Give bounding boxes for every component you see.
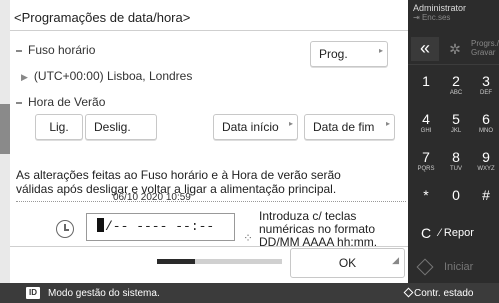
- back-button[interactable]: «: [411, 37, 439, 61]
- dst-row: Hora de Verão: [16, 95, 105, 109]
- key-letters: ABC: [449, 90, 463, 96]
- left-edge-tab[interactable]: [0, 104, 10, 154]
- key-7[interactable]: 8 TUV: [441, 144, 471, 174]
- start-label: Iniciar: [444, 261, 474, 273]
- key-9[interactable]: *: [411, 182, 441, 212]
- key-letters: WXYZ: [477, 166, 495, 172]
- info-line-1: As alterações feitas ao Fuso horário e à…: [16, 168, 341, 182]
- input-hint: Introduza c/ teclas numéricas no formato…: [259, 210, 377, 249]
- key-letters: MNO: [479, 128, 493, 134]
- status-monitor-button[interactable]: Contr. estado: [414, 288, 473, 299]
- key-6[interactable]: 7 PQRS: [411, 144, 441, 174]
- corner-arrow-icon: ◢: [392, 255, 399, 265]
- ok-label: OK: [338, 256, 357, 270]
- key-number: 1: [422, 73, 430, 89]
- key-number: 7: [422, 149, 430, 165]
- dst-off-label: Deslig.: [94, 120, 131, 134]
- status-monitor-icon: [403, 287, 414, 298]
- key-number: 9: [482, 149, 490, 165]
- screen: <Programações de data/hora> Fuso horário…: [0, 0, 499, 303]
- start-button[interactable]: Iniciar: [411, 252, 497, 282]
- dotted-divider: [16, 201, 406, 202]
- pad-divider: [408, 64, 499, 65]
- key-number: 6: [482, 111, 490, 127]
- clear-label: C: [420, 225, 432, 241]
- key-11[interactable]: #: [471, 182, 499, 212]
- key-number: 0: [452, 187, 460, 203]
- clock-icon: [56, 220, 74, 238]
- progs-label-2: Gravar: [471, 48, 496, 57]
- timezone-row: Fuso horário: [16, 43, 95, 57]
- keypad-panel: Administrator ⇥ Enc.ses « ✲ Progrs./ Gra…: [408, 0, 499, 283]
- keypad-hint-icon: ⁘: [243, 231, 254, 245]
- datetime-input[interactable]: /-- ---- --:--: [86, 213, 235, 241]
- progress-bar: [157, 259, 282, 264]
- info-text: As alterações feitas ao Fuso horário e à…: [16, 168, 406, 196]
- current-datetime: 06/10 2020 10:59: [113, 192, 191, 203]
- key-2[interactable]: 3 DEF: [471, 68, 499, 98]
- dst-off-button[interactable]: Deslig.: [85, 114, 157, 140]
- bullet-icon: [16, 49, 22, 52]
- dst-on-label: Lig.: [49, 120, 69, 134]
- dst-label: Hora de Verão: [28, 95, 106, 109]
- progress-fill: [157, 259, 195, 264]
- gear-icon[interactable]: ✲: [441, 37, 469, 61]
- bottom-divider: [10, 246, 408, 247]
- key-number: 2: [452, 73, 460, 89]
- page-title: <Programações de data/hora>: [14, 10, 191, 25]
- key-letters: PQRS: [417, 166, 435, 172]
- key-5[interactable]: 6 MNO: [471, 106, 499, 136]
- ok-button[interactable]: OK ◢: [290, 248, 405, 278]
- triangle-icon: ▶: [21, 72, 28, 82]
- info-line-2: válidas após desligar e voltar a ligar a…: [16, 182, 337, 196]
- prog-button-label: Prog.: [319, 47, 348, 61]
- key-0[interactable]: 1: [411, 68, 441, 98]
- admin-sub[interactable]: ⇥ Enc.ses: [413, 13, 466, 23]
- progs-label-1: Progrs./: [471, 39, 499, 48]
- title-divider: [10, 30, 408, 31]
- key-number: *: [423, 187, 429, 203]
- dst-end-date-button[interactable]: Data de fim ▸: [304, 114, 395, 140]
- start-date-label: Data início: [222, 120, 279, 134]
- dst-on-button[interactable]: Lig.: [35, 114, 83, 140]
- reset-label: ⁄ Repor: [439, 227, 474, 239]
- datetime-input-value: /-- ---- --:--: [105, 219, 215, 234]
- key-3[interactable]: 4 GHI: [411, 106, 441, 136]
- id-badge-icon: ID: [26, 287, 40, 299]
- key-letters: GHI: [420, 128, 432, 134]
- timezone-value: (UTC+00:00) Lisboa, Londres: [33, 69, 193, 83]
- key-number: 3: [482, 73, 490, 89]
- clear-button[interactable]: C: [411, 218, 441, 248]
- key-number: 5: [452, 111, 460, 127]
- key-4[interactable]: 5 JKL: [441, 106, 471, 136]
- key-number: 8: [452, 149, 460, 165]
- key-letters: TUV: [450, 166, 462, 172]
- status-bar: ID Modo gestão do sistema. Contr. estado: [0, 283, 499, 303]
- timezone-value-row: ▶ (UTC+00:00) Lisboa, Londres: [21, 69, 192, 83]
- start-icon: [416, 258, 434, 276]
- corner-arrow-icon: ▸: [288, 119, 293, 128]
- main-panel: <Programações de data/hora> Fuso horário…: [10, 0, 408, 283]
- key-letters: JKL: [450, 128, 462, 134]
- status-message: Modo gestão do sistema.: [48, 288, 160, 299]
- corner-arrow-icon: ▸: [378, 46, 383, 55]
- dst-start-date-button[interactable]: Data início ▸: [213, 114, 298, 140]
- timezone-label: Fuso horário: [28, 43, 96, 57]
- key-10[interactable]: 0: [441, 182, 471, 212]
- admin-label: Administrator: [413, 3, 467, 13]
- key-number: 4: [422, 111, 430, 127]
- key-8[interactable]: 9 WXYZ: [471, 144, 499, 174]
- key-letters: DEF: [480, 90, 492, 96]
- logout-icon: ⇥: [413, 13, 422, 22]
- key-1[interactable]: 2 ABC: [441, 68, 471, 98]
- text-cursor: [97, 218, 104, 232]
- corner-arrow-icon: ▸: [385, 119, 390, 128]
- bullet-icon: [16, 101, 22, 104]
- end-date-label: Data de fim: [313, 120, 375, 134]
- progs-save-button[interactable]: Progrs./ Gravar: [471, 39, 499, 57]
- reset-button[interactable]: ⁄ Repor: [439, 218, 497, 248]
- key-number: #: [482, 187, 490, 203]
- timezone-prog-button[interactable]: Prog. ▸: [310, 41, 388, 67]
- admin-info: Administrator ⇥ Enc.ses: [413, 3, 466, 23]
